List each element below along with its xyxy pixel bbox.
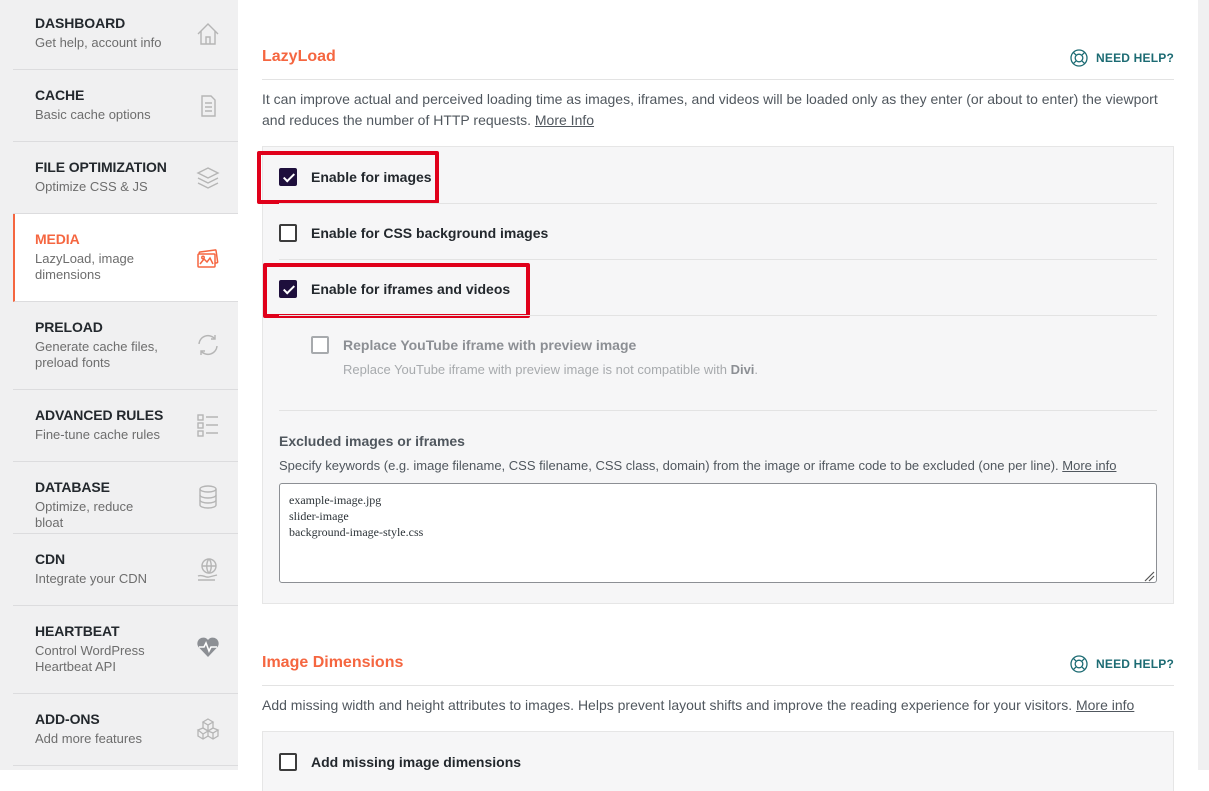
document-icon [195,93,221,119]
cubes-icon [195,716,221,742]
sidebar-item-title: PRELOAD [35,319,103,335]
add-image-dimensions-checkbox[interactable] [279,753,297,771]
enable-css-bg-images-label[interactable]: Enable for CSS background images [311,225,548,241]
sidebar-item-desc: Get help, account info [35,35,162,50]
lazyload-more-info-link[interactable]: More Info [535,112,594,128]
left-gutter [0,0,13,770]
sidebar-item-advanced-rules[interactable]: ADVANCED RULES Fine-tune cache rules [13,390,238,462]
replace-youtube-note: Replace YouTube iframe with preview imag… [343,362,758,377]
sidebar-item-title: ADD-ONS [35,711,100,727]
sidebar-item-cdn[interactable]: CDN Integrate your CDN [13,534,238,606]
lazyload-need-help-link[interactable]: NEED HELP? [1070,48,1174,68]
sidebar-item-title: DASHBOARD [35,15,126,31]
sidebar-item-desc: Optimize, reduce bloat [35,499,134,530]
excluded-desc: Specify keywords (e.g. image filename, C… [279,458,1116,473]
excluded-desc-text: Specify keywords (e.g. image filename, C… [279,458,1059,473]
sidebar-item-add-ons[interactable]: ADD-ONS Add more features [13,694,238,766]
note-strong: Divi [730,362,755,377]
sidebar-item-desc: Integrate your CDN [35,571,147,586]
note-suffix: . [754,362,759,377]
sidebar-item-title: MEDIA [35,231,80,247]
note-prefix: Replace YouTube iframe with preview imag… [343,362,727,377]
sidebar-item-heartbeat[interactable]: HEARTBEAT Control WordPress Heartbeat AP… [13,606,238,694]
image-dimensions-intro: Add missing width and height attributes … [262,695,1174,716]
image-dimensions-intro-text: Add missing width and height attributes … [262,697,1073,713]
sidebar-item-title: FILE OPTIMIZATION [35,159,167,175]
resize-handle-icon[interactable] [1143,569,1155,582]
enable-css-bg-images-checkbox[interactable] [279,224,297,242]
divider [262,685,1174,686]
checklist-icon [195,412,221,438]
settings-main: LazyLoad NEED HELP? It can improve actua… [238,0,1198,791]
lifebuoy-icon [1070,655,1088,673]
sidebar-item-title: HEARTBEAT [35,623,120,639]
sidebar-item-dashboard[interactable]: DASHBOARD Get help, account info [13,0,238,70]
lazyload-options-panel: Enable for images Enable for CSS backgro… [257,146,1174,604]
divider [279,315,1157,316]
lazyload-title: LazyLoad [262,48,336,65]
sidebar-item-desc: Fine-tune cache rules [35,427,161,442]
divider [279,410,1157,411]
excluded-more-info-link[interactable]: More info [1062,458,1116,473]
sidebar-item-title: DATABASE [35,479,110,495]
image-dimensions-title: Image Dimensions [262,654,404,671]
sidebar-item-title: ADVANCED RULES [35,407,164,423]
lifebuoy-icon [1070,49,1088,67]
excluded-label: Excluded images or iframes [279,433,465,449]
heartbeat-icon [195,634,221,660]
home-icon [195,21,221,47]
lazyload-intro: It can improve actual and perceived load… [262,89,1174,131]
highlight-box [257,151,439,204]
sidebar-item-desc: Basic cache options [35,107,151,122]
highlight-box [263,263,530,318]
sidebar-item-desc: Generate cache files, preload fonts [35,339,158,370]
sidebar-item-desc: Control WordPress Heartbeat API [35,643,145,674]
lazyload-intro-text: It can improve actual and perceived load… [262,91,1158,128]
replace-youtube-label[interactable]: Replace YouTube iframe with preview imag… [343,337,636,353]
settings-sidebar: DASHBOARD Get help, account info CACHE B… [13,0,238,770]
excluded-textarea[interactable]: example-image.jpg slider-image backgroun… [279,483,1157,583]
need-help-label: NEED HELP? [1096,51,1175,65]
sidebar-item-desc: Optimize CSS & JS [35,179,148,194]
right-gutter [1198,0,1209,770]
image-dimensions-need-help-link[interactable]: NEED HELP? [1070,654,1174,674]
sidebar-item-title: CDN [35,551,66,567]
sidebar-item-file-optimization[interactable]: FILE OPTIMIZATION Optimize CSS & JS [13,142,238,214]
images-icon [195,245,221,271]
sidebar-item-media[interactable]: MEDIA LazyLoad, image dimensions [13,214,238,302]
database-icon [195,484,221,510]
image-dimensions-more-info-link[interactable]: More info [1076,697,1134,713]
sidebar-item-database[interactable]: DATABASE Optimize, reduce bloat [13,462,238,534]
sidebar-item-desc: Add more features [35,731,142,746]
sidebar-item-cache[interactable]: CACHE Basic cache options [13,70,238,142]
sidebar-item-title: CACHE [35,87,85,103]
layers-icon [195,165,221,191]
add-image-dimensions-label[interactable]: Add missing image dimensions [311,754,521,770]
image-dimensions-panel: Add missing image dimensions [262,731,1174,791]
sidebar-item-preload[interactable]: PRELOAD Generate cache files, preload fo… [13,302,238,390]
replace-youtube-checkbox[interactable] [311,336,329,354]
divider [262,79,1174,80]
option-enable-css-bg-images: Enable for CSS background images [263,203,1173,259]
need-help-label: NEED HELP? [1096,657,1175,671]
sidebar-item-desc: LazyLoad, image dimensions [35,251,135,282]
refresh-icon [195,332,221,358]
globe-hand-icon [195,556,221,582]
